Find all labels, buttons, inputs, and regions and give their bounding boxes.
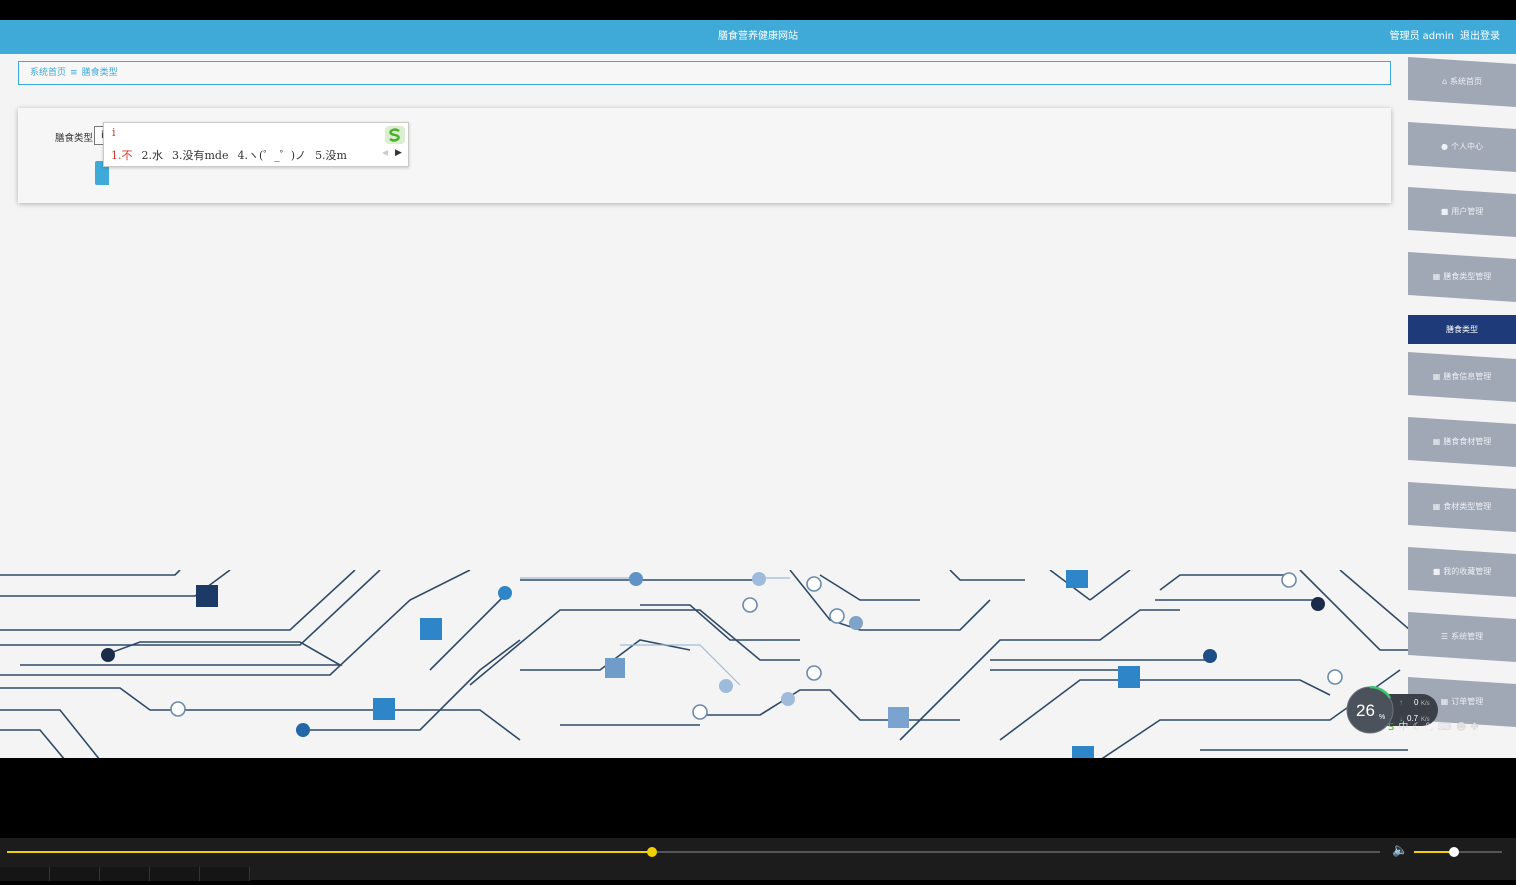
sidebar-item-label: 我的收藏管理 (1443, 567, 1492, 576)
grid-icon: ▦ (1440, 697, 1449, 706)
upload-arrow-icon: ↑ (1399, 698, 1403, 707)
cpu-percent: 26 (1356, 701, 1375, 720)
sidebar-item-meal-type-admin[interactable]: ▦ 膳食类型管理 (1408, 252, 1516, 302)
user-icon: ● (1441, 142, 1448, 151)
player-tab[interactable] (100, 867, 150, 881)
sidebar-item-label: 膳食信息管理 (1443, 372, 1492, 381)
trash-icon: ■ (1432, 567, 1441, 576)
ime-candidate[interactable]: 4.ヽ(゜_゜)ノ (237, 149, 306, 162)
sidebar-item-label: 系统首页 (1450, 77, 1483, 86)
player-tab[interactable] (200, 867, 250, 881)
ime-next-page-icon[interactable]: ▶ (395, 148, 402, 158)
seek-progress (7, 851, 653, 853)
sidebar-item-label: 用户管理 (1451, 207, 1484, 216)
sidebar-item-label: 膳食类型管理 (1443, 272, 1492, 281)
volume-handle[interactable] (1448, 847, 1459, 857)
volume-level (1414, 851, 1454, 853)
sidebar-item-profile[interactable]: ● 个人中心 (1408, 122, 1516, 172)
sidebar-item-label: 膳食食材管理 (1443, 437, 1492, 446)
meal-type-label: 膳食类型 (55, 133, 94, 144)
home-icon: ⌂ (1441, 77, 1448, 86)
chinese-mode-icon[interactable]: 中 (1398, 722, 1408, 733)
sidebar-item-home[interactable]: ⌂ 系统首页 (1408, 57, 1516, 107)
ime-candidate[interactable]: 5.没m (315, 149, 347, 162)
toolbox-icon[interactable]: ✤ (1470, 722, 1478, 733)
admin-info: 管理员 admin 退出登录 (1384, 20, 1500, 54)
sidebar-nav: ⌂ 系统首页 ● 个人中心 ■ 用户管理 ▦ 膳食类型管理 膳食类型 ▦ 膳食信息管理 ▦… (1408, 54, 1516, 758)
sidebar-item-meal-info[interactable]: ▦ 膳食信息管理 (1408, 352, 1516, 402)
breadcrumb-current: 膳食类型 (81, 68, 118, 78)
grid-icon: ▦ (1432, 502, 1441, 511)
sidebar-item-label: 系统管理 (1451, 632, 1484, 641)
video-player-controls: 🔈 (0, 838, 1516, 881)
sogou-tray-icon[interactable]: S (1388, 722, 1394, 733)
ime-composition: i (112, 126, 116, 139)
logout-link[interactable]: 退出登录 (1460, 31, 1500, 42)
volume-icon[interactable]: 🔈 (1392, 843, 1408, 858)
ime-status-tray: S 中 ☾ °, ⌨ ☻ ✤ (1388, 718, 1514, 736)
list-icon: ☰ (1440, 632, 1449, 641)
punctuation-icon[interactable]: °, (1425, 722, 1433, 733)
player-tab[interactable] (150, 867, 200, 881)
upload-speed-unit: K/s (1421, 701, 1430, 707)
sidebar-item-label: 个人中心 (1450, 142, 1483, 151)
player-tab[interactable] (50, 867, 100, 881)
upload-speed: 0 (1414, 698, 1419, 707)
breadcrumb: 系统首页 ≡ 膳食类型 (18, 61, 1391, 85)
sidebar-item-label: 膳食类型 (1446, 325, 1478, 334)
ime-candidate[interactable]: 1.不 (111, 149, 133, 162)
sidebar-item-system[interactable]: ☰ 系统管理 (1408, 612, 1516, 662)
circuit-background-image (0, 570, 1410, 758)
grid-icon: ▦ (1432, 437, 1441, 446)
username-label: admin (1422, 31, 1454, 42)
moon-icon[interactable]: ☾ (1412, 722, 1421, 733)
volume-slider[interactable] (1414, 847, 1502, 857)
seek-bar[interactable] (7, 847, 1380, 857)
ime-prev-page-icon[interactable]: ◀ (382, 148, 388, 157)
user-icon[interactable]: ☻ (1456, 722, 1466, 733)
cpu-percent-unit: % (1379, 714, 1385, 721)
sidebar-item-meal-type[interactable]: 膳食类型 (1408, 315, 1516, 344)
top-header: 膳食营养健康网站 管理员 admin 退出登录 (0, 20, 1516, 54)
grid-icon: ▦ (1432, 272, 1441, 281)
role-label: 管理员 (1389, 31, 1420, 42)
keyboard-icon[interactable]: ⌨ (1438, 722, 1452, 733)
breadcrumb-home-link[interactable]: 系统首页 (30, 62, 66, 84)
grid-icon: ▦ (1432, 372, 1441, 381)
player-tab[interactable] (0, 867, 50, 881)
sidebar-item-ingredients[interactable]: ▦ 膳食食材管理 (1408, 417, 1516, 467)
breadcrumb-separator-icon: ≡ (70, 68, 78, 78)
sidebar-item-label: 订单管理 (1451, 697, 1484, 706)
ime-candidate-popup: i 1.不 2.水 3.没有mde 4.ヽ(゜_゜)ノ 5.没m ◀ ▶ (103, 122, 409, 167)
ime-candidate[interactable]: 3.没有mde (172, 149, 228, 162)
ime-candidate-list: 1.不 2.水 3.没有mde 4.ヽ(゜_゜)ノ 5.没m (111, 147, 356, 163)
site-title: 膳食营养健康网站 (718, 31, 798, 42)
sidebar-item-label: 食材类型管理 (1443, 502, 1492, 511)
briefcase-icon: ■ (1440, 207, 1449, 216)
sogou-logo-icon (385, 126, 405, 144)
seek-handle[interactable] (647, 847, 658, 857)
sidebar-item-favorites[interactable]: ■ 我的收藏管理 (1408, 547, 1516, 597)
ime-candidate[interactable]: 2.水 (142, 149, 164, 162)
sidebar-item-users[interactable]: ■ 用户管理 (1408, 187, 1516, 237)
sidebar-item-ingredient-types[interactable]: ▦ 食材类型管理 (1408, 482, 1516, 532)
player-bottom-tabs (0, 866, 260, 881)
